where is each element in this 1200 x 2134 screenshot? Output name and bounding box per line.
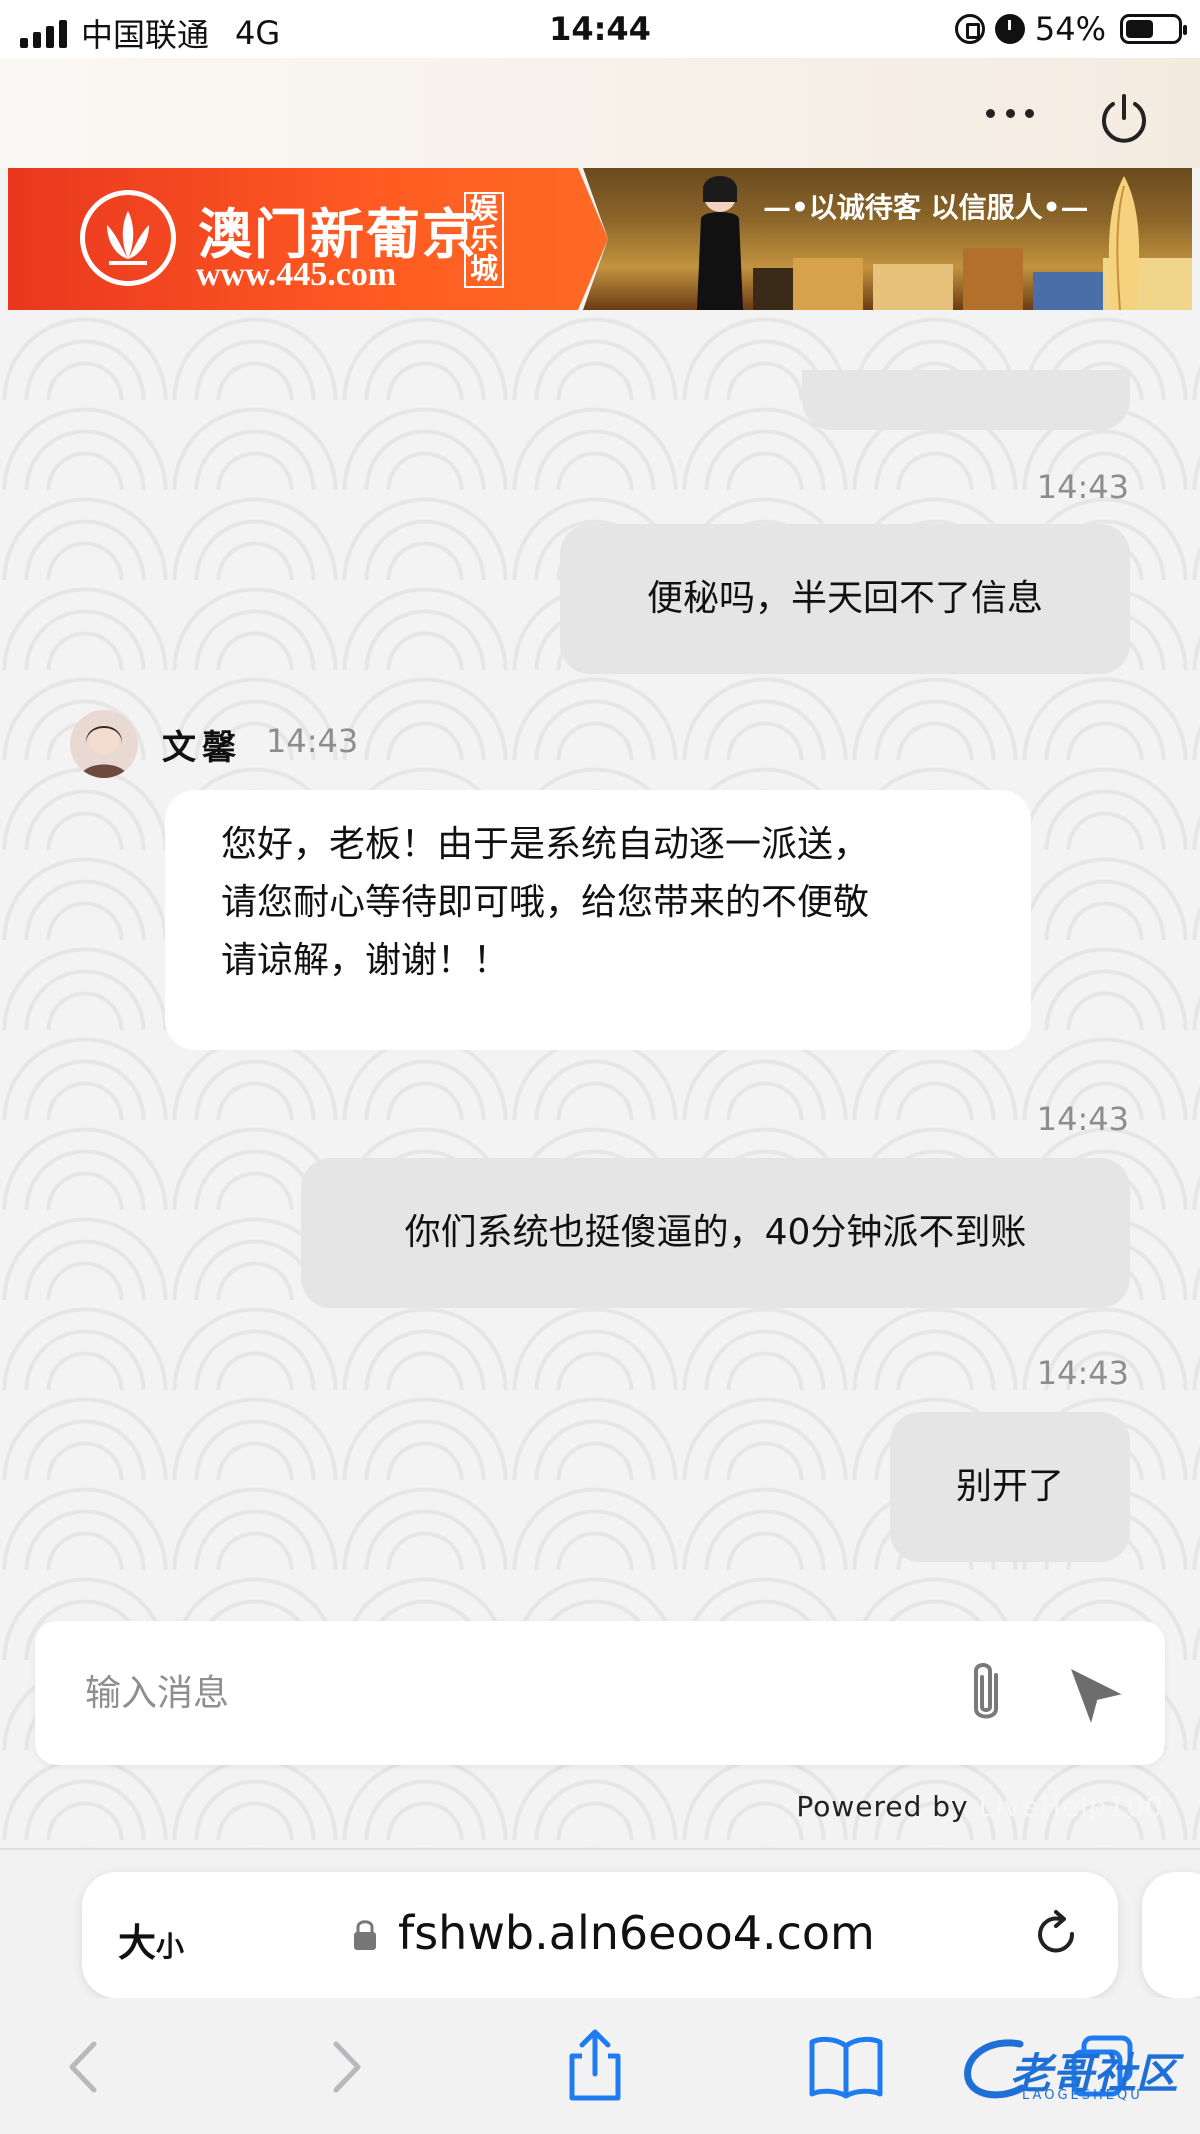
banner-right: —•以诚待客 以信服人•— <box>583 168 1192 310</box>
agent-name: 文馨 <box>162 728 242 768</box>
banner-slogan: —•以诚待客 以信服人•— <box>763 191 1089 224</box>
watermark-logo: 老哥社区 LAOGESHEQU <box>960 2030 1190 2110</box>
power-icon[interactable] <box>1096 90 1152 146</box>
lotus-logo-icon <box>80 190 176 286</box>
share-icon[interactable] <box>560 2028 630 2102</box>
message-line: 请谅解，谢谢！！ <box>221 940 510 981</box>
dot-icon <box>986 108 995 118</box>
battery-icon <box>1120 14 1187 44</box>
powered-by: Powered by LiveHelp100 <box>796 1790 1164 1823</box>
browser-address-region: 大小 fshwb.aln6eoo4.com <box>0 1848 1200 1998</box>
message-input[interactable] <box>85 1659 925 1727</box>
tower-image <box>1108 176 1140 310</box>
dot-icon <box>1025 108 1034 118</box>
banner-url: www.445.com <box>196 256 397 293</box>
model-photo <box>697 176 743 310</box>
chat-header <box>0 58 1200 168</box>
message-bubble-outgoing: 别开了 <box>890 1412 1130 1562</box>
more-options-button[interactable] <box>980 88 1040 138</box>
banner-tag: 娱乐城 <box>464 192 504 288</box>
dot-icon <box>1005 108 1015 118</box>
send-icon[interactable] <box>1063 1661 1129 1727</box>
text-size-button[interactable]: 大小 <box>118 1912 184 1967</box>
back-icon[interactable] <box>50 2034 120 2100</box>
paperclip-icon[interactable] <box>950 1655 1022 1731</box>
reload-icon[interactable] <box>1030 1908 1084 1962</box>
banner-left: 澳门新葡京 www.445.com 娱乐城 <box>8 168 608 310</box>
status-right: 54% <box>954 10 1187 48</box>
message-bubble-outgoing: 便秘吗，半天回不了信息 <box>560 524 1130 674</box>
text-size-big: 大 <box>118 1921 157 1965</box>
forward-icon[interactable] <box>310 2034 380 2100</box>
banner-ad[interactable]: 澳门新葡京 www.445.com 娱乐城 —•以诚待客 以信服人•— <box>8 168 1192 310</box>
text-size-small: 小 <box>156 1930 185 1963</box>
next-tab-preview[interactable] <box>1142 1872 1200 1998</box>
alarm-icon <box>994 14 1025 44</box>
powered-by-brand[interactable]: LiveHelp100 <box>979 1790 1164 1823</box>
message-time: 14:43 <box>1036 468 1129 506</box>
message-line: 您好，老板！由于是系统自动逐一派送， <box>221 824 870 865</box>
message-time: 14:43 <box>266 722 359 760</box>
address-bar[interactable]: 大小 fshwb.aln6eoo4.com <box>82 1872 1118 1998</box>
powered-by-prefix: Powered by <box>796 1790 969 1823</box>
bookmarks-icon[interactable] <box>808 2034 884 2100</box>
battery-percent: 54% <box>1034 10 1106 48</box>
status-bar: 中国联通 4G 14:44 54% <box>0 0 1200 58</box>
url-text[interactable]: fshwb.aln6eoo4.com <box>398 1906 875 1960</box>
message-bubble-outgoing: 你们系统也挺傻逼的，40分钟派不到账 <box>301 1158 1130 1308</box>
message-bubble-incoming: 您好，老板！由于是系统自动逐一派送， 请您耐心等待即可哦，给您带来的不便敬 请谅… <box>165 790 1031 1050</box>
battery-fill <box>1126 20 1153 38</box>
message-time: 14:43 <box>1036 1354 1129 1392</box>
watermark-subtext: LAOGESHEQU <box>1022 2088 1143 2103</box>
orientation-lock-icon <box>954 14 985 44</box>
message-composer <box>35 1621 1165 1765</box>
message-bubble-partial <box>802 370 1130 430</box>
agent-avatar[interactable] <box>70 710 138 778</box>
message-time: 14:43 <box>1036 1100 1129 1138</box>
lock-icon <box>354 1920 376 1950</box>
chat-area[interactable]: 14:43 便秘吗，半天回不了信息 文馨 14:43 您好，老板！由于是系统自动… <box>0 310 1200 1850</box>
message-line: 请您耐心等待即可哦，给您带来的不便敬 <box>221 882 870 923</box>
